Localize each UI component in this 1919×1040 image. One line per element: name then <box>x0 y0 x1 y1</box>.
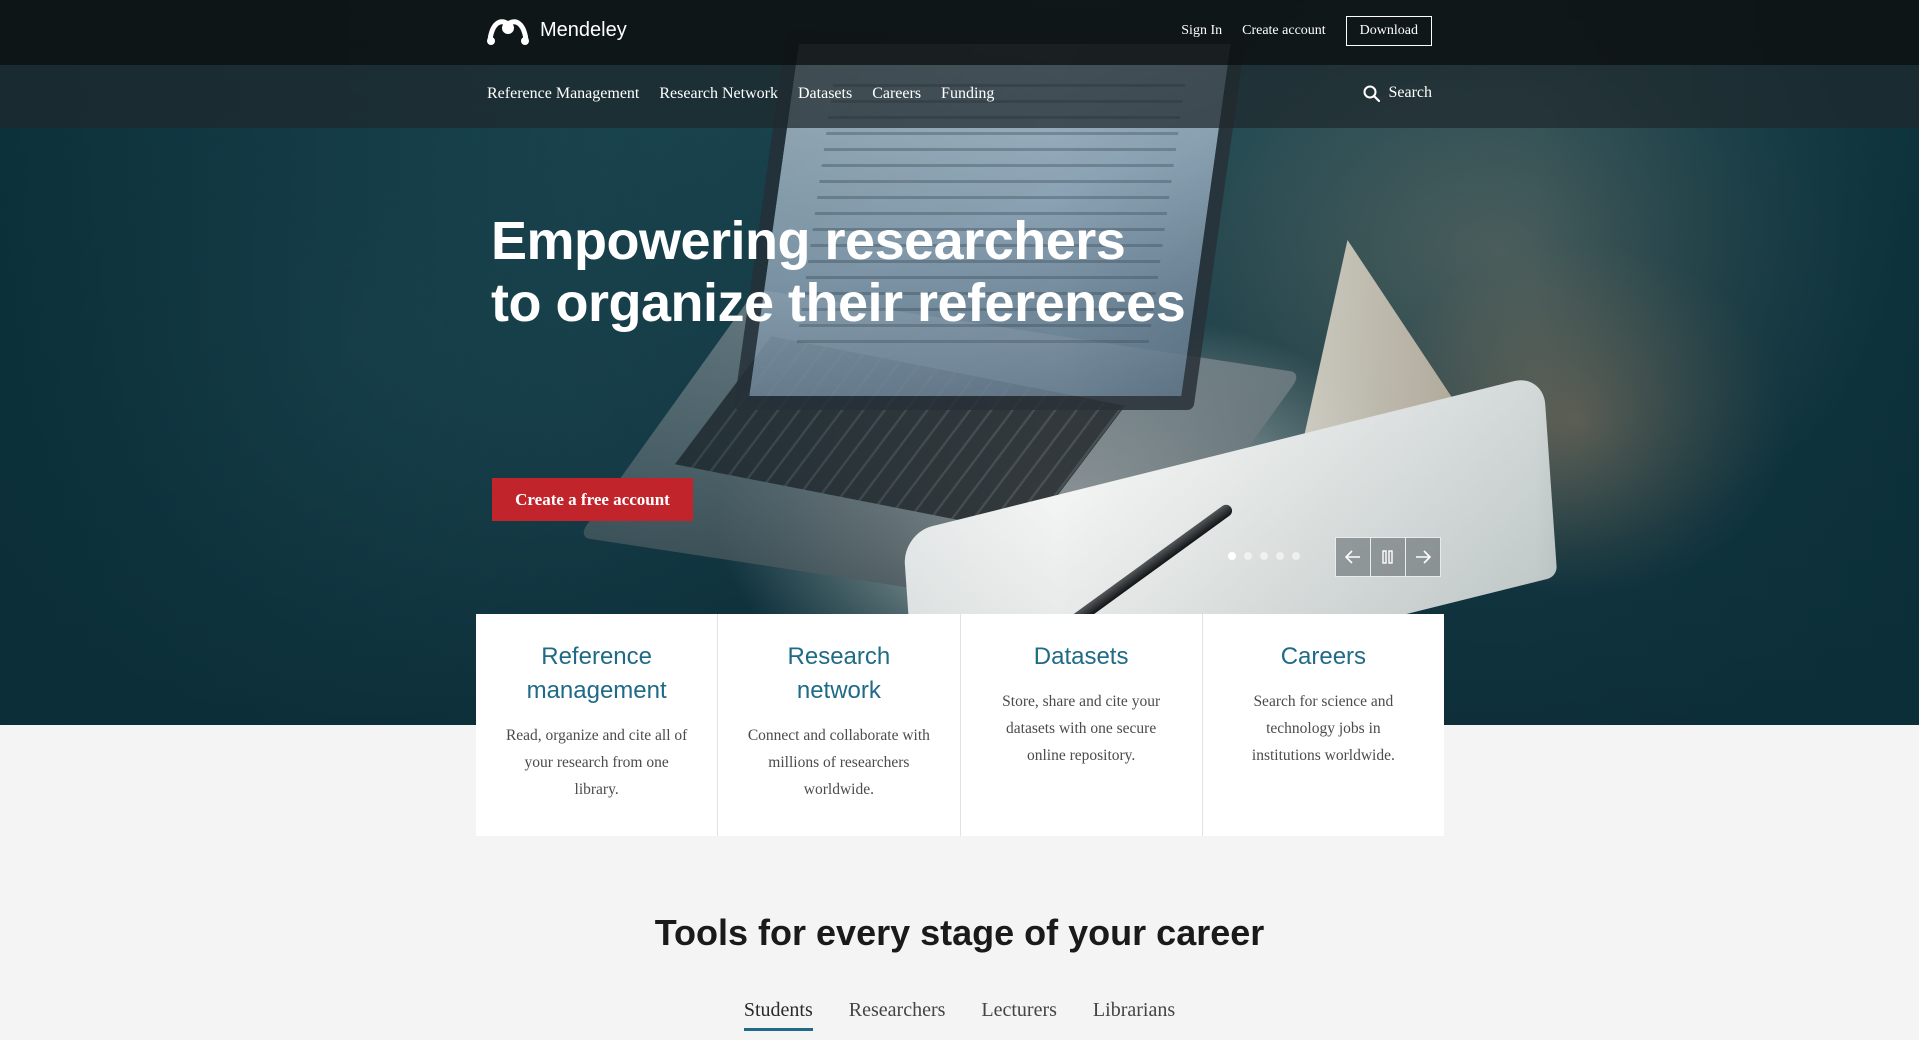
feature-card-datasets[interactable]: Datasets Store, share and cite your data… <box>961 614 1203 836</box>
feature-card-description: Read, organize and cite all of your rese… <box>505 727 688 798</box>
account-links: Sign In Create account Download <box>1181 16 1432 46</box>
carousel-prev-button[interactable] <box>1335 537 1371 577</box>
feature-card-description: Store, share and cite your datasets with… <box>1002 693 1161 764</box>
carousel-dot-2[interactable] <box>1244 552 1252 560</box>
feature-card-careers[interactable]: Careers Search for science and technolog… <box>1203 614 1444 836</box>
carousel-pause-button[interactable] <box>1370 537 1406 577</box>
create-free-account-button[interactable]: Create a free account <box>492 478 693 521</box>
feature-cards: Reference management Read, organize and … <box>476 614 1444 836</box>
feature-card-title[interactable]: Research network <box>746 640 931 708</box>
carousel-controls <box>1335 537 1441 577</box>
hero-headline-line2: to organize their references <box>491 273 1186 333</box>
carousel-next-button[interactable] <box>1405 537 1441 577</box>
feature-card-title[interactable]: Reference management <box>504 640 689 708</box>
feature-card-description: Connect and collaborate with millions of… <box>747 727 930 798</box>
hero-headline-line1: Empowering researchers <box>491 211 1126 271</box>
search-button[interactable]: Search <box>1363 84 1432 102</box>
nav-item-research-network[interactable]: Research Network <box>659 85 778 103</box>
top-bar: Mendeley Sign In Create account Download <box>0 0 1919 65</box>
feature-card-reference-management[interactable]: Reference management Read, organize and … <box>476 614 719 836</box>
download-button[interactable]: Download <box>1345 16 1432 46</box>
feature-card-title[interactable]: Careers <box>1231 640 1416 674</box>
arrow-right-icon <box>1416 550 1431 564</box>
carousel-dot-5[interactable] <box>1292 552 1300 560</box>
sign-in-link[interactable]: Sign In <box>1181 23 1222 39</box>
tab-students[interactable]: Students <box>743 999 813 1031</box>
carousel-dot-3[interactable] <box>1260 552 1268 560</box>
carousel-dot-1[interactable] <box>1228 552 1236 560</box>
nav-item-reference-management[interactable]: Reference Management <box>487 85 639 103</box>
hero-headline: Empowering researchers to organize their… <box>491 210 1211 334</box>
tab-librarians[interactable]: Librarians <box>1093 999 1175 1031</box>
mendeley-logo-icon <box>487 19 529 45</box>
pause-icon <box>1382 550 1393 564</box>
carousel-dot-4[interactable] <box>1276 552 1284 560</box>
feature-card-title[interactable]: Datasets <box>989 640 1174 674</box>
main-nav: Reference Management Research Network Da… <box>0 65 1919 128</box>
feature-card-description: Search for science and technology jobs i… <box>1251 693 1395 764</box>
tab-researchers[interactable]: Researchers <box>849 999 946 1031</box>
brand-logo[interactable]: Mendeley <box>486 14 627 46</box>
brand-name: Mendeley <box>540 18 627 41</box>
nav-items: Reference Management Research Network Da… <box>487 85 994 103</box>
search-icon <box>1363 85 1381 102</box>
nav-item-datasets[interactable]: Datasets <box>798 85 852 103</box>
carousel-indicators <box>1228 552 1300 560</box>
feature-card-research-network[interactable]: Research network Connect and collaborate… <box>718 614 961 836</box>
nav-item-careers[interactable]: Careers <box>872 85 921 103</box>
nav-item-funding[interactable]: Funding <box>941 85 994 103</box>
search-label: Search <box>1388 84 1432 101</box>
tools-section-title: Tools for every stage of your career <box>654 912 1265 953</box>
audience-tabs: Students Researchers Lecturers Librarian… <box>0 999 1919 1031</box>
create-account-link[interactable]: Create account <box>1242 23 1326 39</box>
tab-lecturers[interactable]: Lecturers <box>981 999 1057 1031</box>
arrow-left-icon <box>1345 550 1360 564</box>
